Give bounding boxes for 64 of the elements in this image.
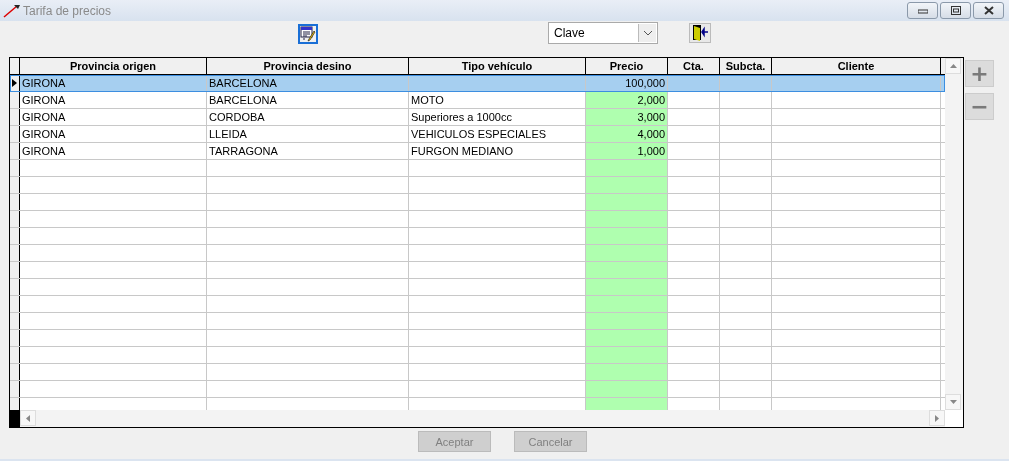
close-button[interactable] <box>973 2 1004 19</box>
row-header[interactable] <box>10 143 20 159</box>
table-cell: 3,000 <box>586 109 668 125</box>
table-cell: GIRONA <box>22 128 66 140</box>
scroll-right-icon[interactable] <box>935 414 939 422</box>
row-header[interactable] <box>10 194 20 210</box>
column-header[interactable]: Tipo vehículo <box>409 58 586 74</box>
table-cell: GIRONA <box>22 145 66 157</box>
column-header[interactable]: Provincia desino <box>207 58 409 74</box>
row-header[interactable] <box>10 228 20 244</box>
table-cell: GIRONA <box>22 77 66 89</box>
table-cell: MOTO <box>411 94 444 106</box>
table-cell: 100,000 <box>625 77 665 89</box>
restore-icon <box>950 6 961 15</box>
exit-door-icon[interactable] <box>689 23 711 43</box>
horizontal-scrollbar[interactable] <box>10 410 945 427</box>
table-cell: 1,000 <box>586 143 668 159</box>
row-header[interactable] <box>10 364 20 380</box>
window-title: Tarifa de precios <box>23 3 112 18</box>
table-cell: VEHICULOS ESPECIALES <box>411 128 547 140</box>
table-cell: GIRONA <box>22 94 66 106</box>
row-header[interactable] <box>10 177 20 193</box>
row-header[interactable] <box>10 75 20 91</box>
scroll-down-icon[interactable] <box>949 400 957 404</box>
table-cell: 2,000 <box>586 92 668 108</box>
column-header[interactable]: Cliente <box>772 58 941 74</box>
app-icon <box>3 3 21 18</box>
table-cell: BARCELONA <box>209 94 277 106</box>
row-header[interactable] <box>10 313 20 329</box>
vertical-scrollbar[interactable] <box>945 58 963 410</box>
column-header[interactable]: Cta. <box>668 58 720 74</box>
close-icon <box>983 6 994 15</box>
column-header[interactable]: Precio <box>586 58 668 74</box>
minimize-icon <box>917 7 928 14</box>
table-cell: LLEIDA <box>209 128 247 140</box>
row-pointer-icon <box>12 79 17 87</box>
row-header[interactable] <box>10 109 20 125</box>
row-header[interactable] <box>10 381 20 397</box>
row-header[interactable] <box>10 92 20 108</box>
table-cell: 4,000 <box>586 126 668 142</box>
edit-icon[interactable] <box>298 24 318 44</box>
scroll-left-icon[interactable] <box>26 414 30 422</box>
chevron-down-icon <box>642 30 653 36</box>
table-cell: CORDOBA <box>209 111 265 123</box>
column-header[interactable]: Subcta. <box>720 58 772 74</box>
row-header[interactable] <box>10 330 20 346</box>
row-header[interactable] <box>10 262 20 278</box>
row-header[interactable] <box>10 211 20 227</box>
table-cell: TARRAGONA <box>209 145 278 157</box>
table-cell: Superiores a 1000cc <box>411 111 512 123</box>
scroll-up-icon[interactable] <box>949 64 957 68</box>
column-header[interactable]: Provincia origen <box>20 58 207 74</box>
row-header[interactable] <box>10 296 20 312</box>
row-header[interactable] <box>10 245 20 261</box>
sort-select[interactable]: Clave <box>548 22 658 44</box>
row-header[interactable] <box>10 398 20 410</box>
table-cell: GIRONA <box>22 111 66 123</box>
row-header[interactable] <box>10 347 20 363</box>
row-header[interactable] <box>10 279 20 295</box>
table-cell: FURGON MEDIANO <box>411 145 514 157</box>
table-cell: BARCELONA <box>209 77 277 89</box>
maximize-button[interactable] <box>940 2 971 19</box>
row-header[interactable] <box>10 160 20 176</box>
row-header[interactable] <box>10 126 20 142</box>
